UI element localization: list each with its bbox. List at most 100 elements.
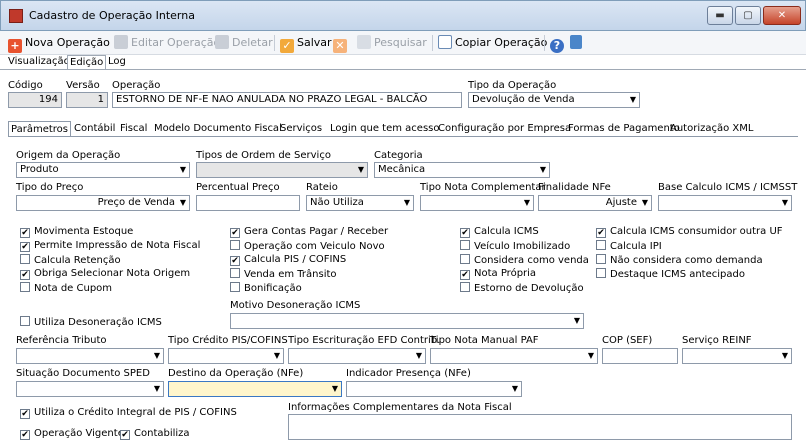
obriga-nota-origem-checkbox[interactable]: ✔ Obriga Selecionar Nota Origem xyxy=(20,268,190,280)
tab-contabil[interactable]: Contábil xyxy=(74,121,115,137)
copiar-operacao-button[interactable]: Copiar Operação xyxy=(438,34,547,52)
tipo-operacao-select[interactable]: Devolução de Venda ▼ xyxy=(468,92,640,108)
pesquisar-button[interactable]: Pesquisar xyxy=(357,34,427,52)
tipos-os-select[interactable]: ▼ xyxy=(196,162,368,178)
cop-sef-field[interactable] xyxy=(602,348,678,364)
tipo-preco-label: Tipo do Preço xyxy=(16,182,84,193)
editar-operacao-button[interactable]: Editar Operação xyxy=(114,34,220,52)
help-button[interactable]: ? xyxy=(550,34,567,53)
referencia-tributo-label: Referência Tributo xyxy=(16,335,107,346)
nota-propria-checkbox[interactable]: ✔ Nota Própria xyxy=(460,268,536,280)
tipo-nota-complementar-select[interactable]: ▼ xyxy=(420,195,534,211)
save-icon: ✓ xyxy=(280,39,294,53)
delete-icon xyxy=(215,35,229,49)
checkbox-box: ✔ xyxy=(460,270,470,280)
checkbox-box xyxy=(230,240,240,250)
nao-considera-demanda-checkbox[interactable]: Não considera como demanda xyxy=(596,254,763,266)
chevron-down-icon: ▼ xyxy=(153,351,160,360)
tab-visualizacao[interactable]: Visualização xyxy=(6,55,72,70)
versao-field[interactable]: 1 xyxy=(66,92,108,108)
veiculo-novo-checkbox[interactable]: Operação com Veiculo Novo xyxy=(230,240,385,252)
close-button[interactable]: ✕ xyxy=(763,6,801,25)
tab-autorizacao-xml[interactable]: Autorização XML xyxy=(670,121,753,137)
tab-modelo-documento-fiscal[interactable]: Modelo Documento Fiscal xyxy=(154,121,282,137)
permite-impressao-checkbox[interactable]: ✔ Permite Impressão de Nota Fiscal xyxy=(20,240,200,252)
toolbar-separator xyxy=(274,35,275,51)
credito-integral-checkbox[interactable]: ✔ Utiliza o Crédito Integral de PIS / COF… xyxy=(20,407,237,419)
bonificacao-checkbox[interactable]: Bonificação xyxy=(230,282,302,294)
categoria-select[interactable]: Mecânica ▼ xyxy=(374,162,550,178)
chevron-down-icon: ▼ xyxy=(587,351,594,360)
finalidade-nfe-select[interactable]: Ajuste ▼ xyxy=(538,195,652,211)
servico-reinf-select[interactable]: ▼ xyxy=(682,348,792,364)
operacao-label: Operação xyxy=(112,80,161,91)
movimenta-estoque-checkbox[interactable]: ✔ Movimenta Estoque xyxy=(20,226,133,238)
tipo-operacao-label: Tipo da Operação xyxy=(468,80,557,91)
contabiliza-checkbox[interactable]: ✔ Contabiliza xyxy=(120,428,190,440)
motivo-desoneracao-select[interactable]: ▼ xyxy=(230,313,584,329)
codigo-field[interactable]: 194 xyxy=(8,92,62,108)
referencia-tributo-select[interactable]: ▼ xyxy=(16,348,164,364)
venda-transito-checkbox[interactable]: Venda em Trânsito xyxy=(230,268,337,280)
checkbox-box xyxy=(596,268,606,278)
checkbox-box xyxy=(20,316,30,326)
gera-contas-checkbox[interactable]: ✔ Gera Contas Pagar / Receber xyxy=(230,226,388,238)
tab-edicao[interactable]: Edição xyxy=(67,55,107,70)
tab-servicos[interactable]: Serviços xyxy=(280,121,322,137)
destino-operacao-select[interactable]: ▼ xyxy=(168,381,342,397)
plus-icon: + xyxy=(8,39,22,53)
percentual-preco-field[interactable] xyxy=(196,195,300,211)
tipo-escrituracao-select[interactable]: ▼ xyxy=(288,348,426,364)
origem-select[interactable]: Produto ▼ xyxy=(16,162,190,178)
chevron-down-icon: ▼ xyxy=(629,95,636,104)
chevron-down-icon: ▼ xyxy=(511,384,518,393)
maximize-button[interactable]: ▢ xyxy=(735,6,761,25)
checkbox-box: ✔ xyxy=(20,430,30,440)
destaque-icms-antecipado-checkbox[interactable]: Destaque ICMS antecipado xyxy=(596,268,745,280)
minimize-button[interactable]: ▬ xyxy=(707,6,733,25)
calcula-icms-checkbox[interactable]: ✔ Calcula ICMS xyxy=(460,226,539,238)
cop-sef-label: COP (SEF) xyxy=(602,335,653,346)
exit-button[interactable] xyxy=(570,34,585,52)
checkbox-box: ✔ xyxy=(20,228,30,238)
tipo-credito-select[interactable]: ▼ xyxy=(168,348,284,364)
estorno-devolucao-checkbox[interactable]: Estorno de Devolução xyxy=(460,282,584,294)
operacao-field[interactable]: ESTORNO DE NF-E NAO ANULADA NO PRAZO LEG… xyxy=(112,92,462,108)
operacao-vigente-checkbox[interactable]: ✔ Operação Vigente xyxy=(20,428,124,440)
edit-icon xyxy=(114,35,128,49)
calcula-pis-cofins-checkbox[interactable]: ✔ Calcula PIS / COFINS xyxy=(230,254,346,266)
checkbox-box: ✔ xyxy=(460,228,470,238)
informacoes-complementares-textarea[interactable] xyxy=(288,414,792,440)
checkbox-box: ✔ xyxy=(230,256,240,266)
checkbox-box: ✔ xyxy=(230,228,240,238)
salvar-button[interactable]: ✓ Salvar xyxy=(280,34,332,53)
indicador-presenca-select[interactable]: ▼ xyxy=(346,381,522,397)
tab-configuracao-empresa[interactable]: Configuração por Empresa xyxy=(438,121,571,137)
nota-cupom-checkbox[interactable]: Nota de Cupom xyxy=(20,282,112,294)
chevron-down-icon: ▼ xyxy=(415,351,422,360)
deletar-button[interactable]: Deletar xyxy=(215,34,273,52)
base-calculo-select[interactable]: ▼ xyxy=(658,195,792,211)
tipo-nota-manual-select[interactable]: ▼ xyxy=(430,348,598,364)
tab-login-acesso[interactable]: Login que tem acesso xyxy=(330,121,439,137)
utiliza-desoneracao-checkbox[interactable]: Utiliza Desoneração ICMS xyxy=(20,316,162,328)
veiculo-imobilizado-checkbox[interactable]: Veículo Imobilizado xyxy=(460,240,570,252)
cancel-button[interactable]: ✕ xyxy=(333,34,350,53)
tab-log[interactable]: Log xyxy=(106,55,128,70)
calcula-retencao-checkbox[interactable]: Calcula Retenção xyxy=(20,254,121,266)
rateio-select[interactable]: Não Utiliza ▼ xyxy=(306,195,414,211)
nova-operacao-button[interactable]: + Nova Operação xyxy=(8,34,110,53)
calcula-ipi-checkbox[interactable]: Calcula IPI xyxy=(596,240,662,252)
tab-formas-pagamento[interactable]: Formas de Pagamento xyxy=(568,121,680,137)
checkbox-box xyxy=(596,254,606,264)
considera-venda-checkbox[interactable]: Considera como venda xyxy=(460,254,589,266)
chevron-down-icon: ▼ xyxy=(641,198,648,207)
icms-outra-uf-checkbox[interactable]: ✔ Calcula ICMS consumidor outra UF xyxy=(596,226,783,238)
chevron-down-icon: ▼ xyxy=(357,165,364,174)
tipo-preco-select[interactable]: Preço de Venda ▼ xyxy=(16,195,190,211)
tab-parametros[interactable]: Parâmetros xyxy=(8,121,71,137)
tab-fiscal[interactable]: Fiscal xyxy=(120,121,147,137)
situacao-documento-select[interactable]: ▼ xyxy=(16,381,164,397)
toolbar: + Nova Operação Editar Operação Deletar ✓… xyxy=(0,31,806,55)
checkbox-box xyxy=(460,240,470,250)
